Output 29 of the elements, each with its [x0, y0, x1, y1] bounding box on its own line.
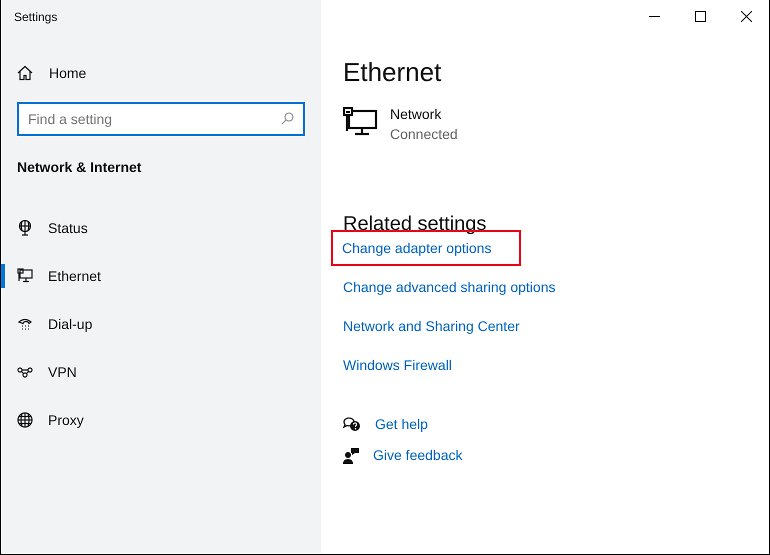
network-status: Connected [390, 125, 458, 144]
network-monitor-icon [343, 107, 379, 137]
close-icon [740, 10, 752, 22]
nav-item[interactable]: Proxy [17, 396, 84, 444]
nav-item[interactable]: VPN [17, 348, 77, 396]
window-title: Settings [14, 9, 58, 26]
settings-link[interactable]: Windows Firewall [343, 355, 452, 375]
home-icon [17, 65, 33, 81]
phone-icon [17, 316, 33, 332]
globe-monitor-icon [17, 220, 33, 236]
person-feedback-icon [343, 446, 359, 464]
help-link[interactable]: Get help [375, 414, 428, 434]
search-field[interactable]: Find a setting [17, 102, 305, 136]
page-title: Ethernet [343, 56, 442, 89]
section-heading: Related settings [343, 212, 486, 237]
maximize-icon [694, 10, 706, 22]
nav-item[interactable]: Dial-up [17, 300, 92, 348]
section-heading: Network & Internet [17, 158, 142, 176]
home-nav-item[interactable]: Home [17, 61, 86, 85]
search-icon [281, 112, 294, 125]
globe-icon [17, 412, 33, 428]
help-bubble-icon [343, 416, 361, 432]
network-name: Network [390, 105, 442, 124]
nav-item[interactable]: Status [17, 204, 88, 252]
nav-item[interactable]: Ethernet [17, 252, 101, 300]
monitor-icon [17, 268, 33, 284]
settings-link[interactable]: Network and Sharing Center [343, 316, 520, 336]
settings-link[interactable]: Change advanced sharing options [343, 277, 556, 297]
help-link[interactable]: Give feedback [373, 444, 462, 466]
